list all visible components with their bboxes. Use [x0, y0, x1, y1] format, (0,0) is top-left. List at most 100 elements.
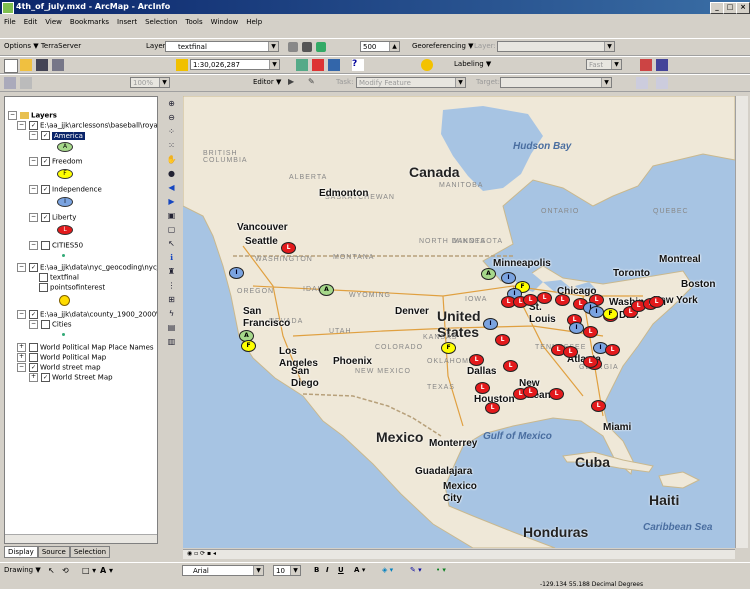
identify-icon[interactable]: ℹ — [166, 252, 177, 263]
freedom-event-marker[interactable]: F — [603, 308, 618, 320]
tab-display[interactable]: Display — [4, 546, 38, 558]
america-event-marker[interactable]: A — [319, 284, 334, 296]
select-elements-icon[interactable] — [4, 77, 16, 89]
toc-root[interactable]: − Layers — [8, 111, 57, 120]
select-element-arrow-icon[interactable]: ↖ — [48, 566, 55, 575]
text-tool-icon[interactable]: A ▾ — [100, 566, 113, 575]
map-view[interactable]: Hudson Bay Gulf of Mexico Caribbean Sea … — [183, 96, 735, 548]
liberty-event-marker[interactable]: L — [523, 386, 538, 398]
toc-layer-independence[interactable]: − ✓ Independence — [29, 185, 102, 194]
rotate-icon[interactable]: ⟲ — [62, 566, 69, 575]
menu-file[interactable]: File — [0, 16, 20, 28]
new-document-icon[interactable] — [4, 59, 18, 73]
pan-icon[interactable]: ✋ — [166, 154, 177, 165]
toc-horizontal-scrollbar[interactable] — [5, 534, 157, 543]
marker-color-button[interactable]: • ▾ — [436, 566, 446, 574]
independence-event-marker[interactable]: I — [501, 272, 516, 284]
rectangle-icon[interactable]: □ ▾ — [82, 566, 96, 575]
minimize-button[interactable]: _ — [710, 2, 724, 14]
fixed-zoom-out-icon[interactable]: ⁙ — [166, 140, 177, 151]
map-horizontal-scrollbar[interactable]: ◉ ▫ ⟳ ▪ ◂ — [183, 549, 735, 559]
liberty-event-marker[interactable]: L — [583, 326, 598, 338]
arctoolbox-icon[interactable] — [312, 59, 324, 71]
toc-dataframe-county[interactable]: − ✓ E:\aa_jjk\data\county_1900_2000\c — [17, 310, 157, 319]
time-slider-icon[interactable]: ▥ — [166, 336, 177, 347]
underline-button[interactable]: U — [338, 566, 344, 574]
font-color-button[interactable]: A ▾ — [354, 566, 365, 574]
toc-dataframe-nyc[interactable]: − ✓ E:\aa_jjk\data\nyc_geocoding\nyc_ — [17, 263, 157, 272]
font-family-select[interactable]: Arial ▼ — [182, 565, 264, 576]
print-icon[interactable] — [52, 59, 64, 71]
toc-layer-freedom[interactable]: − ✓ Freedom — [29, 157, 82, 166]
freedom-event-marker[interactable]: F — [441, 342, 456, 354]
maximize-button[interactable]: □ — [723, 2, 737, 14]
line-color-button[interactable]: ✎ ▾ — [410, 566, 422, 574]
toc-layer-liberty[interactable]: − ✓ Liberty — [29, 213, 76, 222]
independence-event-marker[interactable]: I — [589, 306, 604, 318]
toc-layer-pointsofinterest[interactable]: pointsofinterest — [39, 283, 105, 292]
georef-layer-select[interactable]: ▼ — [497, 41, 615, 52]
globe-icon[interactable] — [316, 42, 326, 52]
save-icon[interactable] — [36, 59, 48, 71]
measure-icon[interactable]: ⊞ — [166, 294, 177, 305]
toc-layer-world-street[interactable]: + ✓ World Street Map — [29, 373, 113, 382]
menu-help[interactable]: Help — [242, 16, 266, 28]
attributes-icon[interactable] — [636, 77, 648, 89]
tab-source[interactable]: Source — [37, 546, 70, 558]
resolution-spinner[interactable]: 500 ▲ — [360, 41, 400, 52]
zoom-out-icon[interactable]: ⊖ — [166, 112, 177, 123]
edit-tool-icon[interactable]: ▶ — [288, 77, 300, 89]
menu-selection[interactable]: Selection — [141, 16, 181, 28]
sketch-tool-icon[interactable]: ✎ — [308, 77, 320, 89]
liberty-event-marker[interactable]: L — [503, 360, 518, 372]
label-weight-icon[interactable] — [640, 59, 652, 71]
zoom-in-icon[interactable]: ⊕ — [166, 98, 177, 109]
tab-selection[interactable]: Selection — [69, 546, 111, 558]
html-popup-icon[interactable]: ▤ — [166, 322, 177, 333]
editor-toolbar-icon[interactable] — [296, 59, 308, 71]
toc-layer-world-place-names[interactable]: + World Political Map Place Names — [17, 343, 154, 352]
fixed-zoom-in-icon[interactable]: ⁘ — [166, 126, 177, 137]
hyperlink-icon[interactable]: ϟ — [166, 308, 177, 319]
close-button[interactable]: × — [736, 2, 750, 14]
menu-view[interactable]: View — [41, 16, 66, 28]
fill-color-button[interactable]: ◈ ▾ — [382, 566, 393, 574]
liberty-event-marker[interactable]: L — [485, 402, 500, 414]
liberty-event-marker[interactable]: L — [475, 382, 490, 394]
independence-event-marker[interactable]: I — [229, 267, 244, 279]
menu-edit[interactable]: Edit — [20, 16, 42, 28]
open-folder-icon[interactable] — [20, 59, 32, 71]
map-scale-select[interactable]: 1:30,026,287 ▼ — [190, 59, 280, 70]
independence-event-marker[interactable]: I — [483, 318, 498, 330]
liberty-event-marker[interactable]: L — [469, 354, 484, 366]
liberty-event-marker[interactable]: L — [495, 334, 510, 346]
layer-select[interactable]: textfinal ▼ — [165, 41, 279, 52]
liberty-event-marker[interactable]: L — [583, 356, 598, 368]
liberty-event-marker[interactable]: L — [555, 294, 570, 306]
pin-label-icon[interactable] — [656, 59, 668, 71]
clear-selection-icon[interactable]: ▢ — [166, 224, 177, 235]
labeling-speed-select[interactable]: Fast ▼ — [586, 59, 622, 70]
georeferencing-menu[interactable]: Georeferencing ▼ — [412, 42, 474, 50]
drawing-menu[interactable]: Drawing ▼ — [4, 566, 41, 574]
menu-bookmarks[interactable]: Bookmarks — [66, 16, 113, 28]
liberty-event-marker[interactable]: L — [591, 400, 606, 412]
liberty-event-marker[interactable]: L — [537, 292, 552, 304]
freedom-event-marker[interactable]: F — [241, 340, 256, 352]
editor-menu[interactable]: Editor ▼ — [253, 78, 281, 86]
layout-view-buttons[interactable]: ◉ ▫ ⟳ ▪ ◂ — [187, 550, 216, 557]
liberty-event-marker[interactable]: L — [549, 388, 564, 400]
label-manager-icon[interactable] — [421, 59, 433, 71]
toc-layer-world-street-group[interactable]: − ✓ World street map — [17, 363, 101, 372]
layout-tool-icon[interactable] — [20, 77, 32, 89]
target-select[interactable]: ▼ — [500, 77, 612, 88]
toc-layer-cities50[interactable]: − CITIES50 — [29, 241, 83, 250]
toc-layer-textfinal[interactable]: textfinal — [39, 273, 79, 282]
options-menu[interactable]: Options ▼ TerraServer — [4, 42, 81, 50]
back-extent-icon[interactable]: ◀ — [166, 182, 177, 193]
toc-dataframe-royals[interactable]: − ✓ E:\aa_jjk\arclessons\baseball\royals — [17, 121, 157, 130]
add-data-icon[interactable] — [176, 59, 188, 71]
menu-window[interactable]: Window — [207, 16, 243, 28]
map-vertical-scrollbar[interactable] — [735, 96, 748, 548]
find-icon[interactable]: ♜ — [166, 266, 177, 277]
